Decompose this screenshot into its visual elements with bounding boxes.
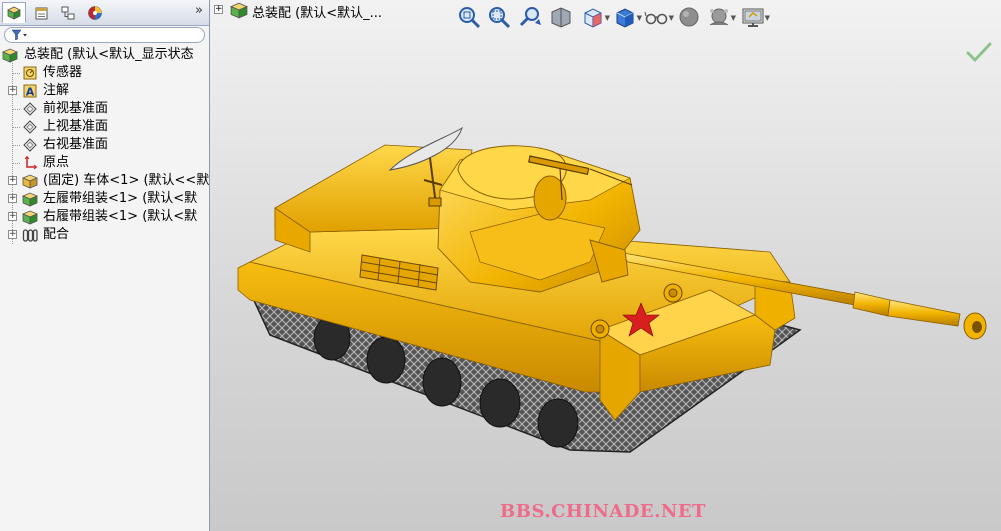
assembly-icon	[2, 48, 18, 63]
tree-item-left-track[interactable]: + 左履带组装<1> (默认<默	[0, 190, 209, 208]
apply-scene-button[interactable]: ▼	[704, 2, 736, 32]
feature-tree-filter[interactable]	[4, 27, 205, 43]
tree-item-right-track[interactable]: + 右履带组装<1> (默认<默	[0, 208, 209, 226]
previous-view-button[interactable]	[516, 2, 546, 32]
tree-item-label: 注解	[43, 83, 70, 98]
display-style-button[interactable]: ▼	[610, 2, 642, 32]
confirmation-corner[interactable]	[965, 40, 993, 68]
tree-item-origin[interactable]: 原点	[0, 154, 209, 172]
graphics-area[interactable]: + 总装配 (默认<默认_... ▼ ▼ ▼ ▼ ▼ BBS.CHINADE.N…	[210, 0, 1001, 531]
tree-connector	[13, 109, 20, 110]
tree-item-label: 右视基准面	[43, 137, 109, 152]
previous-view-icon	[519, 7, 541, 27]
display-manager-tab-icon	[88, 5, 102, 20]
feature-manager-tab-icon	[7, 6, 21, 20]
tree-item-root-assembly[interactable]: 总装配 (默认<默认_显示状态	[0, 46, 209, 64]
tree-item-sensors[interactable]: 传感器	[0, 64, 209, 82]
display-manager-tab[interactable]	[83, 2, 107, 23]
display-style-icon	[616, 8, 634, 28]
svg-text:A: A	[26, 86, 35, 99]
hide-show-items-icon	[644, 11, 668, 25]
feature-manager-tab[interactable]	[2, 2, 26, 23]
panel-tab-bar: »	[0, 0, 209, 26]
zoom-to-area-button[interactable]	[484, 2, 514, 32]
hide-show-items-button[interactable]: ▼	[642, 2, 674, 32]
zoom-to-fit-button[interactable]	[454, 2, 484, 32]
tree-item-label: 原点	[43, 155, 70, 170]
tree-item-label: (固定) 车体<1> (默认<<默	[43, 173, 209, 188]
tank-3d-model[interactable]	[210, 0, 1001, 531]
tree-item-mates[interactable]: + 配合	[0, 226, 209, 244]
chevron-down-icon: ▼	[764, 14, 770, 22]
tree-expander[interactable]: +	[8, 194, 17, 203]
tree-item-label: 左履带组装<1> (默认<默	[43, 191, 198, 206]
turret	[437, 145, 641, 293]
tree-expander[interactable]: +	[8, 86, 17, 95]
chevron-down-icon: ▼	[730, 14, 736, 22]
tree-connector	[13, 163, 20, 164]
configuration-manager-tab-icon	[61, 6, 75, 19]
tree-expander[interactable]: +	[214, 5, 223, 14]
flyout-tree-label: 总装配 (默认<默认_...	[252, 6, 382, 21]
tree-connector	[13, 73, 20, 74]
filter-icon[interactable]	[11, 29, 29, 41]
tree-item-annotations[interactable]: + A 注解	[0, 82, 209, 100]
confirm-check-icon[interactable]	[965, 40, 993, 64]
subassembly-icon	[22, 174, 38, 189]
tree-connector	[13, 127, 20, 128]
view-orientation-icon	[584, 8, 602, 28]
plane-icon	[23, 102, 37, 116]
section-view-button[interactable]	[546, 2, 576, 32]
tree-item-front-plane[interactable]: 前视基准面	[0, 100, 209, 118]
tree-item-label: 传感器	[43, 65, 83, 80]
apply-scene-icon	[709, 8, 729, 26]
assembly-icon	[230, 2, 248, 19]
edit-appearance-button[interactable]	[674, 2, 704, 32]
tree-expander[interactable]: +	[8, 212, 17, 221]
property-manager-tab-icon	[35, 7, 48, 19]
tree-item-label: 上视基准面	[43, 119, 109, 134]
watermark-text: BBS.CHINADE.NET	[500, 501, 706, 522]
configuration-manager-tab[interactable]	[56, 2, 80, 23]
tree-item-label: 总装配 (默认<默认_显示状态	[24, 47, 194, 62]
sensor-icon	[23, 66, 37, 80]
plane-icon	[23, 138, 37, 152]
feature-manager-panel: » 总装配 (默认<默认_显示状态 传感器 + A 注解 前视基准面 上视基准面…	[0, 0, 210, 531]
section-view-icon	[551, 7, 571, 28]
annotation-icon: A	[23, 84, 37, 99]
view-orientation-button[interactable]: ▼	[578, 2, 610, 32]
zoom-to-fit-icon	[459, 7, 481, 29]
tree-item-label: 配合	[43, 227, 70, 242]
edit-appearance-icon	[679, 7, 699, 27]
panel-expand-button[interactable]: »	[195, 3, 203, 18]
tree-expander[interactable]: +	[8, 230, 17, 239]
tree-item-hull[interactable]: + (固定) 车体<1> (默认<<默	[0, 172, 209, 190]
origin-icon	[24, 155, 38, 170]
tree-item-label: 前视基准面	[43, 101, 109, 116]
tree-item-top-plane[interactable]: 上视基准面	[0, 118, 209, 136]
zoom-to-area-icon	[489, 7, 511, 29]
view-settings-button[interactable]: ▼	[738, 2, 770, 32]
mates-icon	[22, 229, 38, 242]
subassembly-icon	[22, 210, 38, 225]
plane-icon	[23, 120, 37, 134]
view-settings-icon	[742, 8, 764, 27]
property-manager-tab[interactable]	[29, 2, 53, 23]
tree-item-label: 右履带组装<1> (默认<默	[43, 209, 198, 224]
subassembly-icon	[22, 192, 38, 207]
tree-connector	[13, 145, 20, 146]
tree-item-right-plane[interactable]: 右视基准面	[0, 136, 209, 154]
tree-expander[interactable]: +	[8, 176, 17, 185]
